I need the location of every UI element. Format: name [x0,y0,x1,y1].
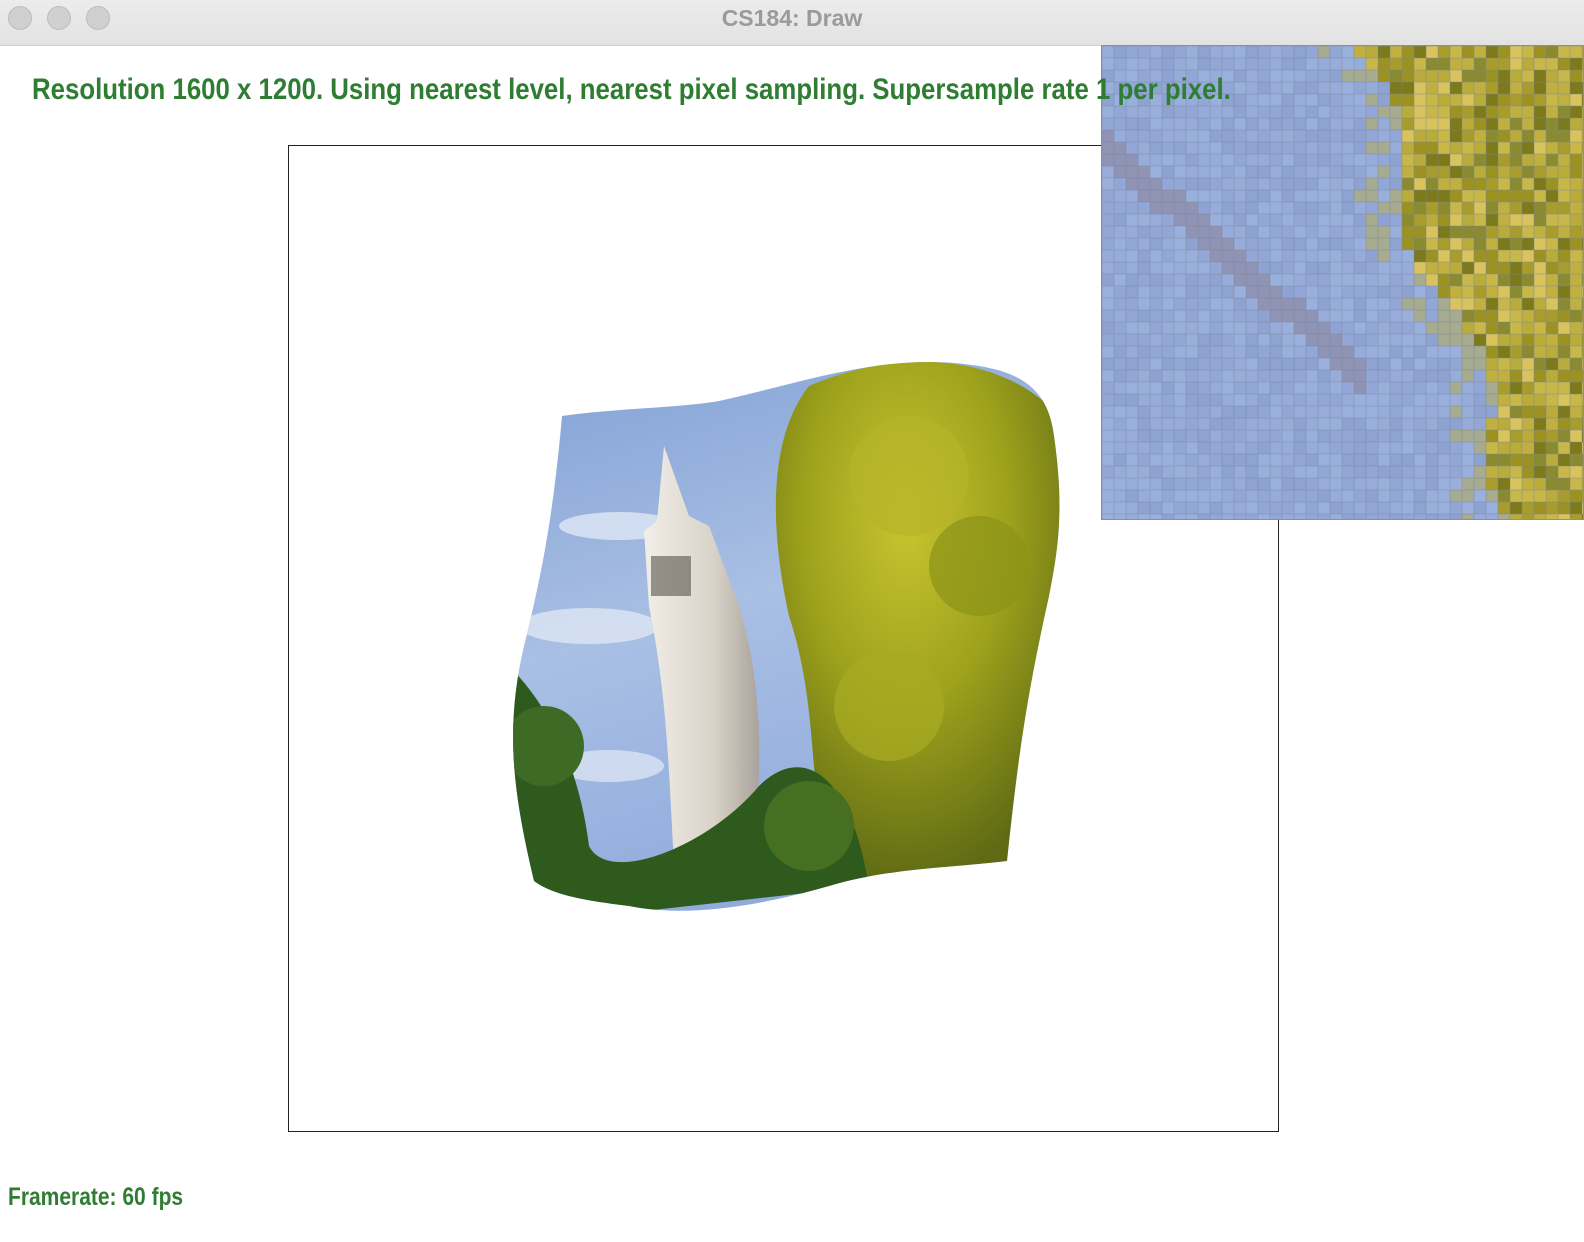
pixel-zoom-inspector [1101,45,1584,520]
status-text: Resolution 1600 x 1200. Using nearest le… [32,73,1231,106]
window-title: CS184: Draw [721,5,863,31]
window-titlebar: CS184: Draw [0,0,1584,46]
zoomed-pixel-grid [1102,46,1583,519]
framerate-label: Framerate: 60 fps [8,1183,184,1211]
